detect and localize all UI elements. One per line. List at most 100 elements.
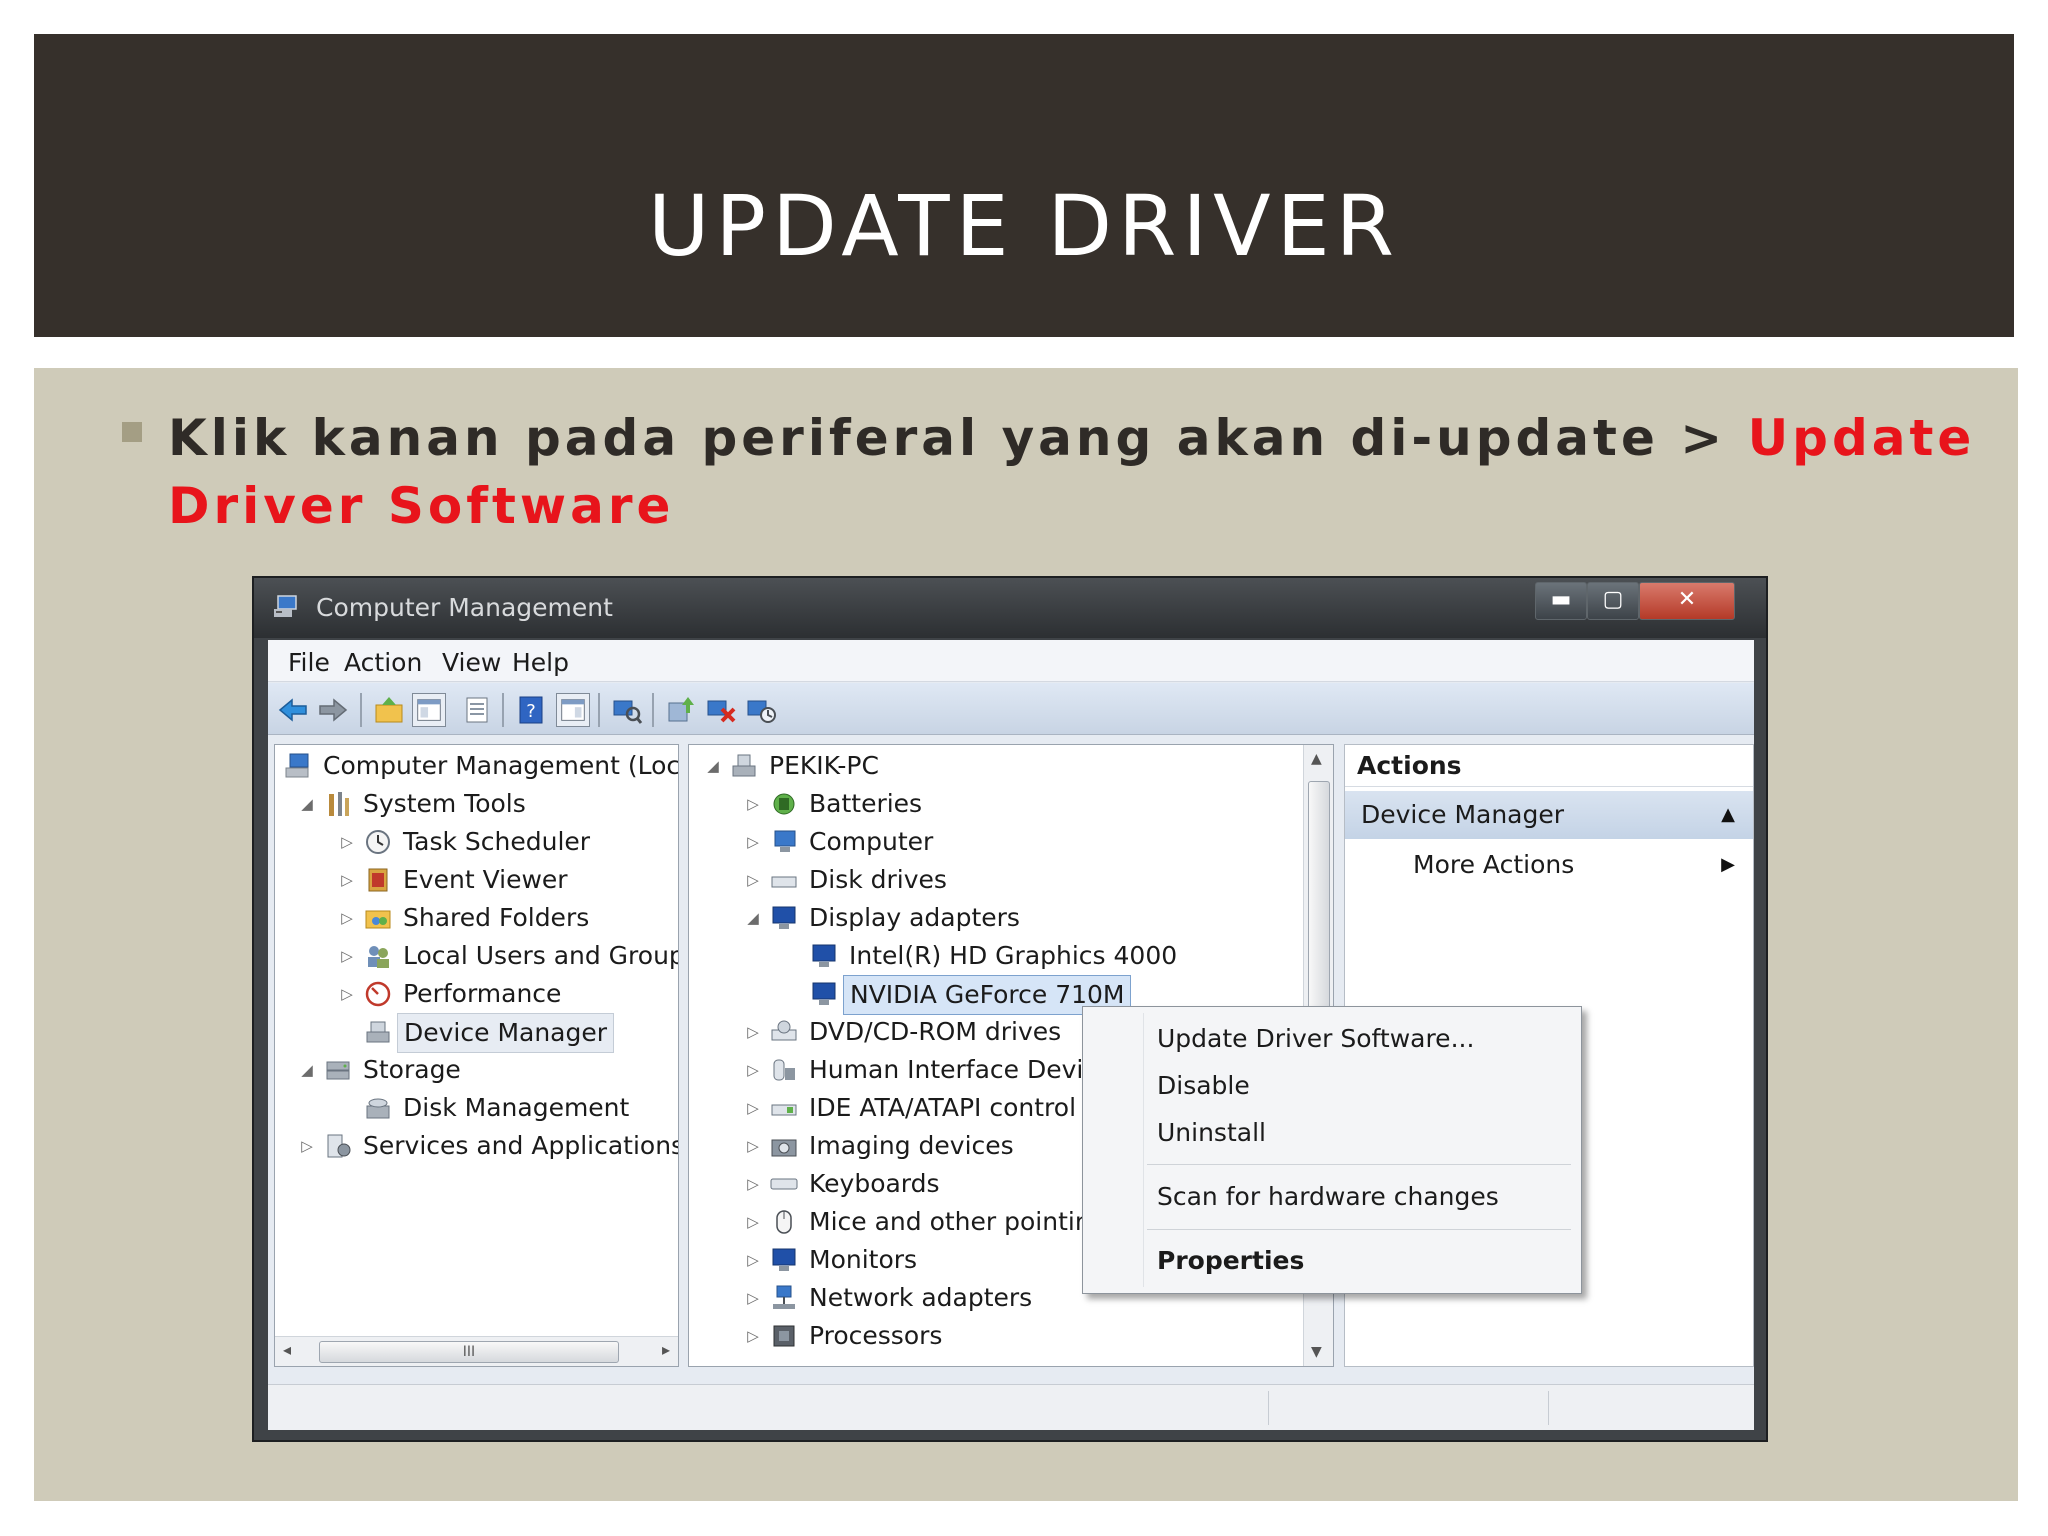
scan-hardware-icon[interactable]: [610, 693, 644, 727]
enable-device-icon[interactable]: [744, 693, 778, 727]
device-manager-icon: [366, 1021, 390, 1043]
expand-arrow-icon[interactable]: ▷: [743, 1317, 763, 1355]
device-intel-graphics-label: Intel(R) HD Graphics 4000: [849, 941, 1178, 970]
computer-management-icon: [285, 753, 309, 778]
tree-root-label: Computer Management (Local: [323, 751, 679, 780]
uninstall-item[interactable]: Uninstall: [1157, 1113, 1266, 1153]
scroll-down-icon[interactable]: ▼: [1311, 1344, 1322, 1360]
users-icon: [368, 946, 389, 968]
camera-icon: [771, 1139, 797, 1157]
expand-arrow-icon[interactable]: ▷: [743, 1013, 763, 1051]
tree-system-tools-label: System Tools: [363, 789, 526, 818]
display-adapter-icon: [772, 906, 796, 929]
update-driver-software-item[interactable]: Update Driver Software...: [1157, 1019, 1474, 1059]
actions-device-manager[interactable]: Device Manager ▲: [1345, 791, 1753, 839]
expand-arrow-icon[interactable]: ▷: [743, 1279, 763, 1317]
device-computer-label: Computer: [809, 827, 934, 856]
update-driver-icon[interactable]: [664, 693, 698, 727]
toolbar: ?: [268, 683, 1754, 735]
tree-performance-label: Performance: [403, 979, 562, 1008]
expand-arrow-icon[interactable]: ▷: [743, 1165, 763, 1203]
properties-icon[interactable]: [460, 693, 494, 727]
expand-arrow-icon[interactable]: ▷: [337, 937, 357, 975]
svg-text:?: ?: [526, 701, 536, 722]
uninstall-icon[interactable]: [704, 693, 738, 727]
expand-arrow-icon[interactable]: ▷: [743, 785, 763, 823]
bullet-square-icon: [122, 422, 142, 442]
collapse-arrow-icon[interactable]: ◢: [703, 747, 723, 785]
expand-arrow-icon[interactable]: ▷: [337, 823, 357, 861]
services-icon: [327, 1134, 351, 1158]
scrollbar-thumb[interactable]: III: [319, 1341, 619, 1363]
close-button[interactable]: ✕: [1639, 582, 1735, 620]
tree-device-manager-label: Device Manager: [397, 1013, 615, 1053]
expand-arrow-icon[interactable]: ▷: [337, 861, 357, 899]
back-icon[interactable]: [276, 693, 310, 727]
menu-view[interactable]: View: [442, 648, 501, 677]
expand-arrow-icon[interactable]: ▷: [297, 1127, 317, 1165]
device-batteries-label: Batteries: [809, 789, 923, 818]
expand-arrow-icon[interactable]: ▷: [743, 1051, 763, 1089]
expand-arrow-icon[interactable]: ▷: [743, 1241, 763, 1279]
menu-file[interactable]: File: [288, 648, 330, 677]
device-dvd-label: DVD/CD-ROM drives: [809, 1017, 1062, 1046]
slide-title-band: UPDATE DRIVER: [34, 34, 2014, 337]
status-divider: [1548, 1391, 1549, 1425]
minimize-button[interactable]: ▬: [1535, 582, 1587, 620]
processor-icon: [773, 1325, 795, 1347]
scan-hardware-item[interactable]: Scan for hardware changes: [1157, 1177, 1499, 1217]
expand-arrow-icon[interactable]: ▷: [743, 823, 763, 861]
collapse-arrow-icon[interactable]: ◢: [297, 1051, 317, 1089]
collapse-up-icon[interactable]: ▲: [1721, 791, 1735, 839]
show-hide-tree-icon[interactable]: [412, 693, 446, 727]
more-actions-item[interactable]: More Actions: [1413, 845, 1574, 885]
menu-bar: File Action View Help: [268, 640, 1754, 682]
storage-icon: [326, 1061, 350, 1080]
expand-arrow-icon[interactable]: ▷: [337, 899, 357, 937]
window-titlebar[interactable]: Computer Management ▬ ▢ ✕: [254, 578, 1766, 638]
toolbar-separator: [502, 693, 504, 727]
toolbar-separator: [652, 693, 654, 727]
status-divider: [1268, 1391, 1269, 1425]
scroll-up-icon[interactable]: ▲: [1311, 751, 1322, 767]
menu-help[interactable]: Help: [512, 648, 569, 677]
expand-arrow-icon[interactable]: ▷: [743, 1203, 763, 1241]
bullet-instruction: Klik kanan pada periferal yang akan di-u…: [168, 409, 1748, 467]
device-hid-label: Human Interface Devic: [809, 1055, 1098, 1084]
collapse-arrow-icon[interactable]: ◢: [297, 785, 317, 823]
console-tree-pane: Computer Management (Local ◢ System Tool…: [274, 744, 679, 1367]
menu-action[interactable]: Action: [344, 648, 422, 677]
scroll-right-icon[interactable]: ▸: [662, 1340, 670, 1359]
actions-header: Actions: [1345, 745, 1753, 787]
bullet-text: Klik kanan pada periferal yang akan di-u…: [168, 404, 1998, 540]
device-context-menu: Update Driver Software... Disable Uninst…: [1082, 1006, 1582, 1294]
maximize-button[interactable]: ▢: [1587, 582, 1639, 620]
show-hide-action-pane-icon[interactable]: [556, 693, 590, 727]
disable-item[interactable]: Disable: [1157, 1066, 1250, 1106]
device-imaging-label: Imaging devices: [809, 1131, 1014, 1160]
device-processors-label: Processors: [809, 1321, 943, 1350]
forward-icon[interactable]: [316, 693, 350, 727]
device-ide-label: IDE ATA/ATAPI control: [809, 1093, 1077, 1122]
device-network-label: Network adapters: [809, 1283, 1033, 1312]
expand-arrow-icon[interactable]: ▷: [743, 1127, 763, 1165]
properties-item[interactable]: Properties: [1157, 1241, 1304, 1281]
scrollbar-thumb[interactable]: [1308, 781, 1330, 1031]
menu-separator: [1147, 1229, 1571, 1230]
tree-event-viewer-label: Event Viewer: [403, 865, 568, 894]
monitor-icon: [812, 982, 836, 1005]
scroll-left-icon[interactable]: ◂: [283, 1340, 291, 1359]
collapse-arrow-icon[interactable]: ◢: [743, 899, 763, 937]
tree-services-apps-label: Services and Applications: [363, 1131, 679, 1160]
monitor-icon: [772, 1248, 796, 1271]
tree-horizontal-scrollbar[interactable]: ◂ III ▸: [275, 1336, 678, 1366]
help-icon[interactable]: ?: [514, 693, 548, 727]
device-monitors-label: Monitors: [809, 1245, 918, 1274]
ide-controller-icon: [771, 1104, 797, 1116]
expand-arrow-icon[interactable]: ▷: [337, 975, 357, 1013]
expand-arrow-icon[interactable]: ▷: [743, 861, 763, 899]
submenu-arrow-icon: ▶: [1721, 854, 1735, 875]
expand-arrow-icon[interactable]: ▷: [743, 1089, 763, 1127]
tree-disk-management-label: Disk Management: [403, 1093, 630, 1122]
up-folder-icon[interactable]: [372, 693, 406, 727]
